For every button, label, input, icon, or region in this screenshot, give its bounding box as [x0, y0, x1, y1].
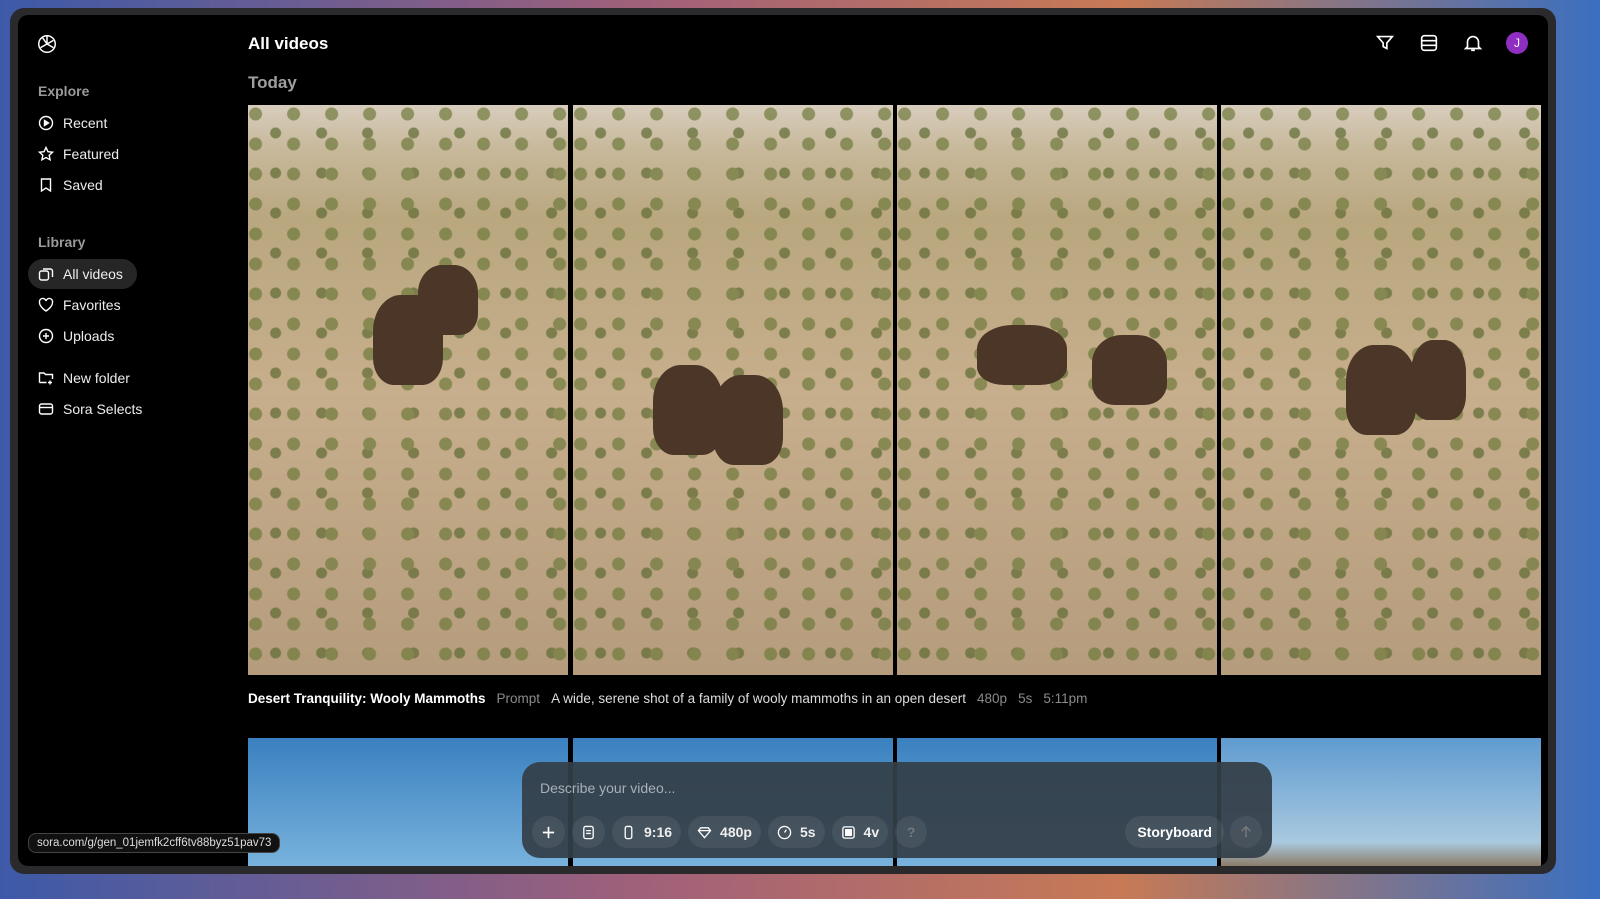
bookmark-icon [40, 178, 52, 193]
explore-heading: Explore [38, 83, 90, 99]
heart-icon [38, 297, 54, 312]
prompt-text: A wide, serene shot of a family of wooly… [551, 691, 967, 706]
sidebar-item-uploads[interactable]: Uploads [28, 321, 128, 351]
folder-plus-icon [38, 372, 54, 385]
resolution-button[interactable]: 480p [688, 816, 761, 848]
video-thumbnail[interactable] [248, 105, 568, 675]
phone-portrait-icon [624, 825, 633, 839]
filter-icon[interactable] [1374, 32, 1396, 54]
video-thumbnail[interactable] [573, 105, 893, 675]
preset-button[interactable] [572, 816, 605, 848]
storyboard-button[interactable]: Storyboard [1125, 816, 1224, 848]
aspect-ratio-value: 9:16 [644, 824, 673, 840]
sidebar-item-label: All videos [63, 266, 123, 282]
duration-value: 5s [799, 824, 816, 840]
video-thumbnail[interactable] [897, 105, 1217, 675]
status-url: sora.com/g/gen_01jemfk2cff6tv88byz51pav7… [28, 833, 281, 853]
sidebar-item-label: Saved [63, 177, 103, 193]
video-caption: Desert Tranquility: Wooly Mammoths Promp… [248, 691, 1087, 706]
video-duration: 5s [1018, 691, 1033, 706]
variations-value: 4v [863, 824, 880, 840]
prompt-composer: 9:16 480p 5s 4v ? Storyboard [522, 762, 1272, 858]
sidebar-item-all-videos[interactable]: All videos [28, 259, 137, 289]
sidebar-item-label: Sora Selects [63, 401, 143, 417]
video-title[interactable]: Desert Tranquility: Wooly Mammoths [248, 691, 486, 706]
duration-button[interactable]: 5s [767, 816, 825, 848]
play-circle-icon [38, 115, 54, 131]
sidebar-item-new-folder[interactable]: New folder [28, 363, 144, 393]
layout-icon[interactable] [1418, 32, 1440, 54]
prompt-input[interactable] [540, 780, 1140, 796]
library-heading: Library [38, 234, 86, 250]
video-thumbnail[interactable] [1221, 105, 1541, 675]
sidebar-item-sora-selects[interactable]: Sora Selects [28, 394, 156, 424]
avatar[interactable]: J [1506, 32, 1528, 54]
app: Explore Recent Featured Saved Library Al… [18, 15, 1548, 866]
sidebar-item-recent[interactable]: Recent [28, 108, 121, 138]
prompt-label: Prompt [496, 691, 541, 706]
bell-icon[interactable] [1462, 32, 1484, 54]
sidebar-item-featured[interactable]: Featured [28, 139, 133, 169]
grid-icon [841, 825, 855, 839]
arrow-up-icon [1241, 825, 1251, 838]
videos-icon [38, 268, 54, 281]
sidebar-item-label: Recent [63, 115, 108, 131]
star-icon [38, 146, 54, 162]
video-resolution: 480p [977, 691, 1008, 706]
document-icon [583, 825, 594, 839]
sidebar-item-label: New folder [63, 370, 130, 386]
plus-circle-icon [38, 328, 54, 344]
submit-button[interactable] [1230, 816, 1262, 848]
clock-icon [777, 825, 792, 839]
video-time: 5:11pm [1043, 691, 1088, 706]
page-title: All videos [248, 34, 329, 53]
plus-icon [542, 826, 555, 838]
sidebar-item-favorites[interactable]: Favorites [28, 290, 135, 320]
resolution-value: 480p [720, 824, 752, 840]
header-toolbar: J [1374, 32, 1528, 54]
aspect-ratio-button[interactable]: 9:16 [612, 816, 682, 848]
openai-logo-icon[interactable] [36, 33, 58, 55]
help-button[interactable]: ? [895, 816, 928, 848]
video-thumbnail[interactable] [248, 738, 568, 866]
sidebar-item-label: Uploads [63, 328, 115, 344]
add-button[interactable] [532, 816, 565, 848]
folder-icon [38, 403, 54, 415]
sidebar-item-saved[interactable]: Saved [28, 170, 117, 200]
diamond-icon [697, 826, 712, 839]
sidebar-item-label: Featured [63, 146, 120, 162]
sidebar-item-label: Favorites [63, 297, 121, 313]
variations-button[interactable]: 4v [831, 816, 889, 848]
section-heading-today: Today [248, 73, 297, 92]
